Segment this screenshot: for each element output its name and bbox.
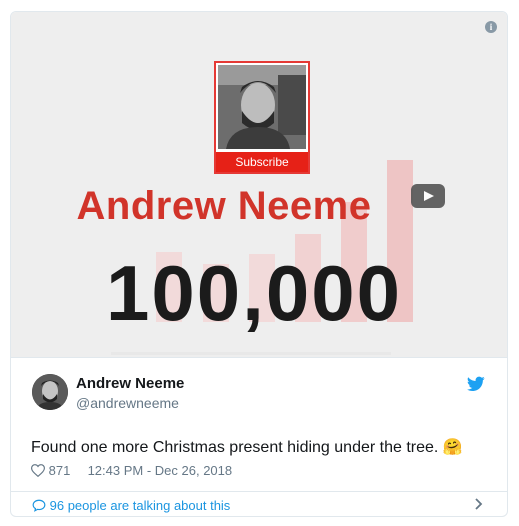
info-icon[interactable]: i [485, 21, 497, 33]
talk-link[interactable]: 96 people are talking about this [32, 498, 230, 513]
video-thumbnail[interactable]: i Subscribe Andrew Neeme 100,000 [11, 12, 507, 358]
author-avatar[interactable] [32, 374, 68, 410]
tweet-meta: 871 12:43 PM - Dec 26, 2018 [31, 463, 232, 478]
conversation-footer[interactable]: 96 people are talking about this [11, 491, 507, 516]
tweet-text-content: Found one more Christmas present hiding … [31, 439, 439, 456]
speech-bubble-icon [32, 499, 46, 512]
tweet-card: i Subscribe Andrew Neeme 100,000 Andrew … [10, 11, 508, 517]
subscriber-count: 100,000 [106, 249, 402, 337]
tweet-timestamp[interactable]: 12:43 PM - Dec 26, 2018 [88, 463, 233, 478]
like-count[interactable]: 871 [49, 463, 71, 478]
author-handle[interactable]: @andrewneeme [76, 395, 179, 411]
subscribe-button[interactable]: Subscribe [216, 152, 308, 172]
play-icon[interactable] [411, 184, 445, 208]
author-name[interactable]: Andrew Neeme [76, 375, 184, 392]
tweet-text: Found one more Christmas present hiding … [31, 437, 463, 457]
hugging-face-emoji: 🤗 [442, 439, 463, 456]
channel-avatar-photo [218, 65, 306, 149]
twitter-bird-icon[interactable] [467, 376, 485, 392]
channel-avatar: Subscribe [214, 61, 310, 174]
chevron-right-icon[interactable] [475, 498, 483, 510]
heart-icon[interactable] [31, 464, 45, 477]
talk-label[interactable]: 96 people are talking about this [50, 498, 231, 513]
